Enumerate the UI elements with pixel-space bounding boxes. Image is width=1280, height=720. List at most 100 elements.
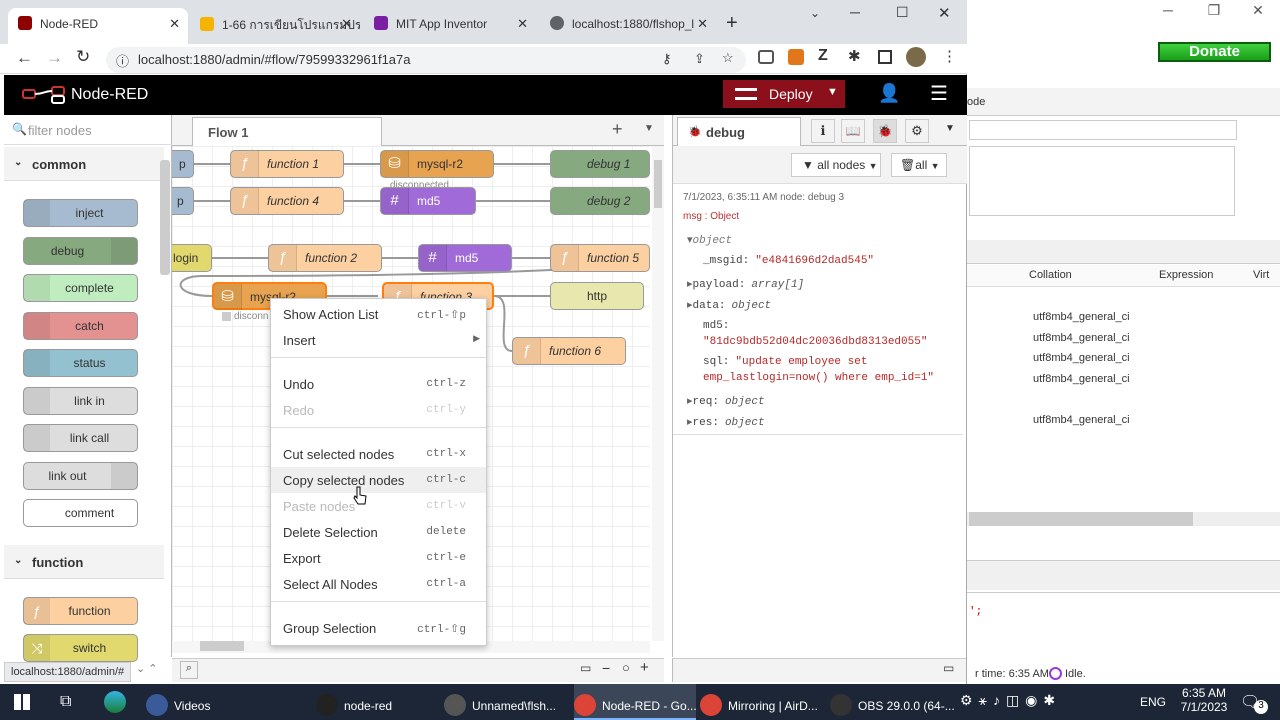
- flow-node-partial[interactable]: p: [172, 150, 194, 178]
- close-tab-icon[interactable]: ✕: [341, 16, 352, 32]
- avatar[interactable]: [906, 47, 926, 67]
- reload-icon[interactable]: ↻: [76, 47, 90, 67]
- menu-item-select-all-nodes[interactable]: Select All Nodes ctrl-a: [271, 571, 486, 597]
- palette-node-link-call[interactable]: link call: [23, 424, 138, 452]
- metamask-icon[interactable]: [788, 49, 804, 65]
- flow-node-function-4[interactable]: ƒ function 4: [230, 187, 344, 215]
- input-language[interactable]: ENG: [1140, 695, 1166, 709]
- forward-icon[interactable]: →: [46, 48, 63, 68]
- debug-message[interactable]: 7/1/2023, 6:35:11 AM node: debug 3 msg :…: [673, 185, 963, 435]
- flow-node-function-1[interactable]: ƒ function 1: [230, 150, 344, 178]
- palette-node-switch[interactable]: ⤨ switch: [23, 634, 138, 662]
- search-flows-icon[interactable]: ⌕: [180, 661, 198, 679]
- tab-search-icon[interactable]: ⌄: [810, 6, 820, 20]
- browser-tab-classroom[interactable]: 1-66 การเขียนโปรแกรมประ ✕: [190, 8, 360, 44]
- clock[interactable]: 6:35 AM 7/1/2023: [1180, 686, 1228, 714]
- sidepanel-icon[interactable]: [878, 50, 892, 64]
- menu-item-copy-selected-nodes[interactable]: Copy selected nodes ctrl-c: [271, 467, 486, 493]
- menu-item-cut-selected-nodes[interactable]: Cut selected nodes ctrl-x: [271, 441, 486, 467]
- collapse-icon[interactable]: ⌄ ⌃: [136, 662, 158, 675]
- palette-node-catch[interactable]: catch: [23, 311, 138, 340]
- browser-tab-localhost[interactable]: localhost:1880/flshop_l ✕: [540, 8, 716, 44]
- url-input[interactable]: ⓘ localhost:1880/admin/#flow/79599332961f…: [106, 47, 746, 73]
- minimize-icon[interactable]: ─: [850, 4, 860, 20]
- close-tab-icon[interactable]: ✕: [169, 16, 180, 32]
- user-icon[interactable]: 👤: [878, 83, 900, 104]
- debug-line[interactable]: ▸payload: array[1]: [687, 277, 804, 291]
- maximize-icon[interactable]: ☐: [896, 4, 909, 21]
- flow-node-function-5[interactable]: ƒ function 5: [550, 244, 650, 272]
- flow-node-login[interactable]: login: [172, 244, 212, 272]
- new-tab-icon[interactable]: +: [726, 12, 738, 35]
- palette-node-complete[interactable]: complete: [23, 274, 138, 302]
- category-common[interactable]: ⌄ common: [4, 147, 164, 181]
- windows-start-icon[interactable]: [14, 694, 30, 710]
- close-tab-icon[interactable]: ✕: [697, 16, 708, 32]
- flow-node-function-6[interactable]: ƒ function 6: [512, 337, 626, 365]
- extension-icon[interactable]: [758, 50, 774, 64]
- tray-icons[interactable]: ⚙⚹♪◫◉✱: [960, 692, 1061, 709]
- info-icon[interactable]: ℹ: [811, 119, 835, 143]
- flow-node-http[interactable]: http: [550, 282, 644, 310]
- debug-line[interactable]: ▸data: object: [687, 298, 771, 312]
- sidebar-caret-icon[interactable]: ▼: [945, 123, 955, 134]
- palette-node-status[interactable]: status: [23, 349, 138, 377]
- bg-tab-label[interactable]: ode: [967, 96, 985, 108]
- palette-node-debug[interactable]: debug: [23, 236, 138, 265]
- flow-node-mysql[interactable]: ⛁ mysql-r2: [380, 150, 494, 178]
- zoom-in-icon[interactable]: +: [640, 659, 649, 676]
- taskbar-app-0[interactable]: Videos: [146, 684, 268, 720]
- palette-filter-input[interactable]: 🔍 filter nodes: [4, 115, 172, 145]
- map-icon[interactable]: ▭: [580, 661, 591, 675]
- zoom-out-icon[interactable]: −: [602, 660, 610, 676]
- menu-item-insert[interactable]: Insert ▶: [271, 327, 486, 353]
- category-function[interactable]: ⌄ function: [4, 545, 164, 579]
- task-view-icon[interactable]: ⧉: [60, 693, 71, 711]
- tab-flow-1[interactable]: Flow 1: [192, 117, 382, 147]
- share-icon[interactable]: ⇪: [694, 51, 705, 67]
- info-icon[interactable]: ⓘ: [116, 51, 129, 70]
- debug-line[interactable]: ▸res: object: [687, 415, 765, 429]
- clear-button[interactable]: 🗑all ▼: [891, 153, 947, 177]
- close-icon[interactable]: ✕: [1243, 2, 1273, 22]
- zoom-reset-icon[interactable]: ○: [622, 660, 630, 675]
- tab-debug[interactable]: 🐞 debug: [677, 117, 801, 147]
- flow-node-md5-2[interactable]: # md5: [418, 244, 512, 272]
- popout-icon[interactable]: ▭: [943, 661, 954, 675]
- edge-icon[interactable]: [104, 691, 126, 713]
- filter-nodes-button[interactable]: ▼ all nodes ▼: [791, 153, 881, 177]
- caret-down-icon[interactable]: ▼: [827, 86, 838, 98]
- flow-list-caret-icon[interactable]: ▼: [644, 123, 654, 134]
- deploy-button[interactable]: Deploy ▼: [723, 80, 845, 108]
- bg-input[interactable]: [969, 120, 1237, 140]
- palette-node-link-in[interactable]: link in: [23, 386, 138, 415]
- flow-node-debug-1[interactable]: debug 1: [550, 150, 650, 178]
- puzzle-icon[interactable]: ✱: [848, 47, 861, 65]
- menu-item-delete-selection[interactable]: Delete Selection delete: [271, 519, 486, 545]
- debug-line[interactable]: ▾object: [687, 233, 738, 247]
- book-icon[interactable]: 📖: [841, 119, 865, 143]
- browser-tab-app-inventor[interactable]: MIT App Inventor ✕: [364, 8, 536, 44]
- browser-tab-node-red[interactable]: Node-RED ✕: [8, 8, 188, 44]
- flow-node-function-2[interactable]: ƒ function 2: [268, 244, 382, 272]
- back-icon[interactable]: ←: [16, 48, 33, 68]
- flow-node-partial[interactable]: p: [172, 187, 194, 215]
- hamburger-menu-icon[interactable]: ☰: [930, 81, 948, 106]
- taskbar-app-4[interactable]: Mirroring | AirD...: [700, 684, 822, 720]
- gear-icon[interactable]: ⚙: [905, 119, 929, 143]
- menu-dots-icon[interactable]: ⋮: [942, 47, 957, 65]
- minimize-icon[interactable]: ─: [1153, 2, 1183, 22]
- palette-scrollbar[interactable]: [160, 160, 170, 275]
- menu-item-paste-nodes[interactable]: Paste nodes ctrl-v: [271, 493, 486, 519]
- palette-node-link-out[interactable]: link out: [23, 461, 138, 490]
- menu-item-group-selection[interactable]: Group Selection ctrl-⇧g: [271, 615, 486, 641]
- menu-item-export[interactable]: Export ctrl-e: [271, 545, 486, 571]
- flow-node-md5[interactable]: # md5: [380, 187, 476, 215]
- taskbar-app-5[interactable]: OBS 29.0.0 (64-...: [830, 684, 955, 720]
- menu-item-redo[interactable]: Redo ctrl-y: [271, 397, 486, 423]
- debug-line[interactable]: ▸req: object: [687, 394, 765, 408]
- palette-node-comment[interactable]: comment: [23, 499, 138, 527]
- key-icon[interactable]: ⚷: [662, 51, 672, 67]
- debug-bug-icon[interactable]: 🐞: [873, 119, 897, 143]
- palette-node-inject[interactable]: inject: [23, 199, 138, 227]
